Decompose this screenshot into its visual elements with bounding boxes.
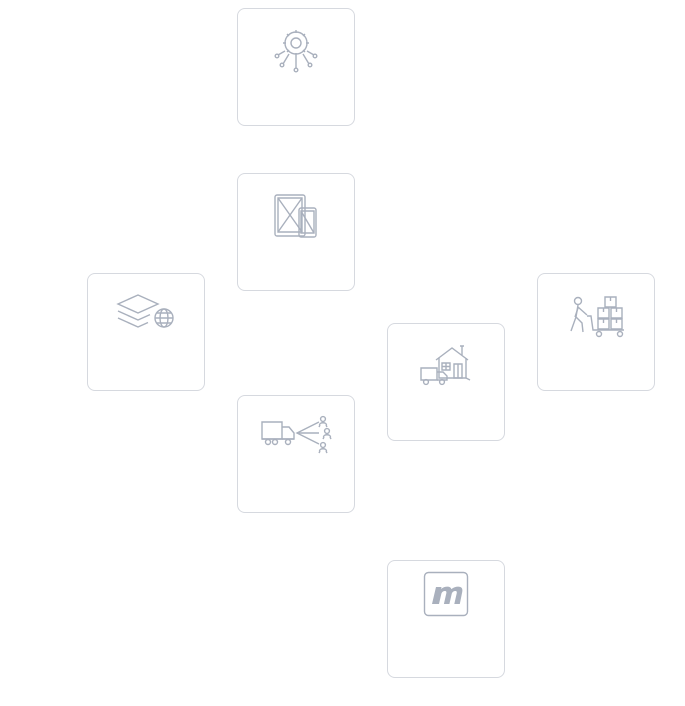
tile-warehouse-truck[interactable]	[387, 323, 505, 441]
gear-network-icon	[274, 27, 318, 75]
tablet-phone-icon	[271, 192, 321, 240]
worker-dolly-icon	[566, 292, 626, 338]
tile-worker-dolly[interactable]	[537, 273, 655, 391]
tile-m-logo[interactable]	[387, 560, 505, 678]
warehouse-truck-icon	[418, 342, 474, 388]
layers-globe-icon	[114, 292, 178, 336]
tile-truck-distribution[interactable]	[237, 395, 355, 513]
tile-tablet-phone[interactable]	[237, 173, 355, 291]
tile-layers-globe[interactable]	[87, 273, 205, 391]
m-logo-icon	[423, 571, 469, 617]
tile-gear-network[interactable]	[237, 8, 355, 126]
truck-distribution-icon	[259, 414, 333, 458]
